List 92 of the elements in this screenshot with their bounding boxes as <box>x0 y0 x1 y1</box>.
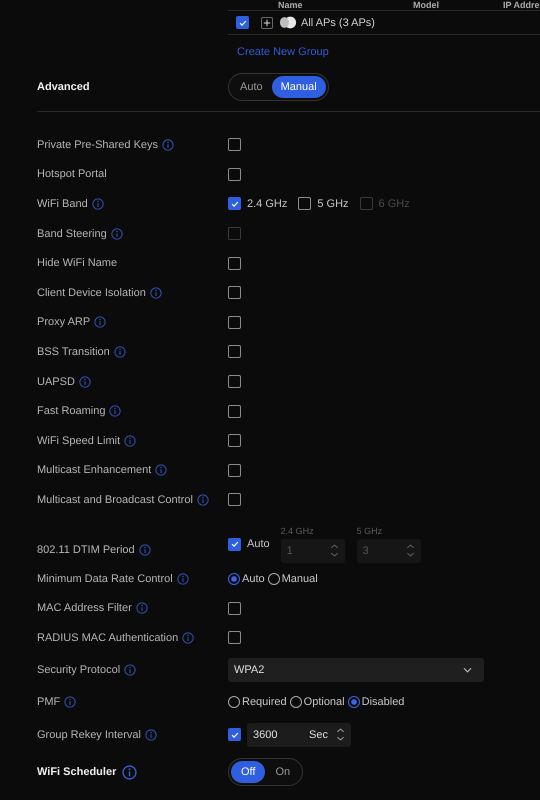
checkbox[interactable] <box>228 375 241 388</box>
checkbox[interactable] <box>228 434 241 448</box>
setting-label: WiFi Band <box>37 198 88 210</box>
info-icon[interactable] <box>196 494 209 506</box>
info-icon[interactable] <box>162 138 174 151</box>
checkbox[interactable] <box>228 316 241 329</box>
info-icon[interactable] <box>138 544 151 556</box>
checkbox[interactable] <box>228 138 241 152</box>
checkbox[interactable] <box>228 345 241 358</box>
setting-label: Proxy ARP <box>37 316 90 328</box>
option-label: Auto <box>247 538 270 550</box>
create-group-link[interactable]: Create New Group <box>237 46 329 58</box>
info-icon[interactable] <box>155 464 168 476</box>
checkbox[interactable] <box>228 464 241 477</box>
checkbox[interactable] <box>228 168 241 181</box>
option-label: 6 GHz <box>378 198 410 210</box>
setting-label: Group Rekey Interval <box>37 728 141 741</box>
column-header: Name <box>278 0 304 10</box>
setting-label: Hide WiFi Name <box>37 257 118 270</box>
radio-button[interactable] <box>228 572 240 585</box>
setting-label: WiFi Scheduler <box>37 766 116 778</box>
radio-button[interactable] <box>290 696 302 708</box>
setting-label: Security Protocol <box>37 664 120 676</box>
radio-button[interactable] <box>348 696 360 708</box>
info-icon[interactable] <box>176 572 189 585</box>
checkbox[interactable] <box>228 728 241 742</box>
info-icon[interactable] <box>64 696 76 708</box>
setting-label: Band Steering <box>37 228 107 240</box>
column-header: Model <box>413 0 440 10</box>
checkbox[interactable] <box>228 602 241 615</box>
info-icon[interactable] <box>124 664 136 676</box>
option-label: 2.4 GHz <box>247 198 288 210</box>
checkbox[interactable] <box>228 197 241 210</box>
mode-option[interactable]: Manual <box>272 76 326 98</box>
info-icon[interactable] <box>109 405 122 418</box>
scheduler-option[interactable]: Off <box>231 761 266 784</box>
setting-label: Hotspot Portal <box>37 168 107 180</box>
option-label: 5 GHz <box>317 198 349 210</box>
field-label: 2.4 GHz <box>280 526 315 536</box>
setting-label: Multicast and Broadcast Control <box>37 494 193 506</box>
chevron-down-icon <box>463 667 472 673</box>
option-label: Disabled <box>362 696 404 708</box>
info-icon[interactable] <box>94 316 106 328</box>
setting-label: PMF <box>37 696 60 708</box>
setting-label: WiFi Speed Limit <box>37 434 120 447</box>
stepper-icon[interactable] <box>336 727 345 742</box>
setting-label: UAPSD <box>37 376 75 388</box>
info-icon[interactable] <box>122 764 138 780</box>
setting-label: MAC Address Filter <box>37 602 132 614</box>
expand-icon[interactable] <box>261 16 273 28</box>
setting-label: RADIUS MAC Authentication <box>37 632 178 644</box>
radio-button[interactable] <box>228 696 240 708</box>
scheduler-option[interactable]: On <box>265 761 300 784</box>
setting-label: BSS Transition <box>37 346 110 358</box>
checkbox[interactable] <box>236 16 249 29</box>
option-label: Manual <box>282 572 318 585</box>
info-icon[interactable] <box>144 728 157 741</box>
checkbox[interactable] <box>228 631 241 644</box>
access-point-icon <box>279 16 297 29</box>
group-name: All APs (3 APs) <box>301 16 375 28</box>
setting-label: Minimum Data Rate Control <box>37 572 173 585</box>
checkbox[interactable] <box>228 256 241 270</box>
stepper-icon[interactable] <box>406 543 415 558</box>
section-label: Advanced <box>37 81 91 93</box>
interval-field[interactable]: 3600 Sec <box>247 722 351 747</box>
option-label: Auto <box>242 572 265 585</box>
setting-label: Fast Roaming <box>37 405 106 418</box>
setting-label: Multicast Enhancement <box>37 464 152 476</box>
stepper-icon[interactable] <box>330 543 339 558</box>
checkbox[interactable] <box>298 197 312 210</box>
setting-label: Private Pre-Shared Keys <box>37 138 158 151</box>
info-icon[interactable] <box>92 198 104 210</box>
checkbox[interactable] <box>228 404 241 418</box>
info-icon[interactable] <box>150 286 162 299</box>
mode-option[interactable]: Auto <box>231 76 272 98</box>
checkbox[interactable] <box>228 286 241 300</box>
column-header: IP Addre <box>503 0 540 10</box>
info-icon[interactable] <box>78 376 91 388</box>
option-label: Optional <box>304 696 345 708</box>
field-label: 5 GHz <box>356 526 384 536</box>
info-icon[interactable] <box>182 632 194 644</box>
info-icon[interactable] <box>114 346 126 358</box>
checkbox[interactable] <box>228 493 241 506</box>
radio-button[interactable] <box>268 572 280 585</box>
checkbox[interactable] <box>228 538 241 551</box>
setting-label: Client Device Isolation <box>37 286 146 299</box>
protocol-dropdown[interactable]: WPA2 <box>228 658 484 682</box>
info-icon[interactable] <box>124 434 136 447</box>
check-icon <box>230 539 240 550</box>
option-label: Required <box>242 696 287 708</box>
setting-label: 802.11 DTIM Period <box>37 544 135 556</box>
info-icon[interactable] <box>136 602 148 614</box>
